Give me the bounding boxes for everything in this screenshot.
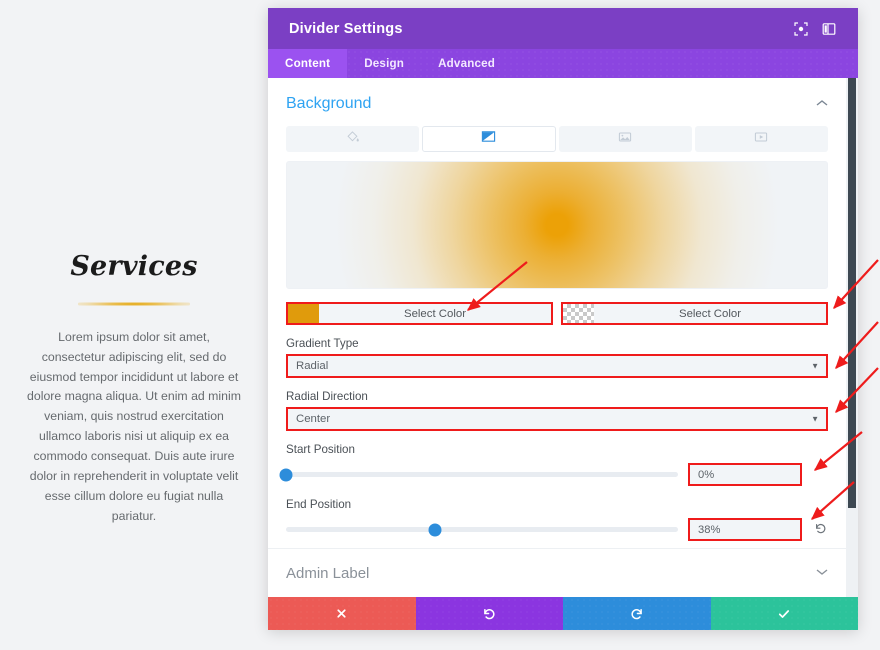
modal-title: Divider Settings <box>289 20 403 37</box>
start-position-input[interactable]: 0% <box>688 463 802 486</box>
gradient-type-row: Gradient Type Radial ▼ <box>286 337 828 378</box>
modal-footer <box>268 597 858 630</box>
gradient-preview <box>286 161 828 289</box>
gradient-start-color[interactable]: Select Color <box>286 302 553 325</box>
gradient-icon <box>481 129 496 149</box>
start-position-row: Start Position 0% <box>279 443 828 486</box>
radial-direction-select[interactable]: Center ▼ <box>286 407 828 431</box>
chevron-down-icon: ▼ <box>811 414 819 424</box>
modal-header: Divider Settings <box>268 8 858 49</box>
color-swatch-end <box>563 304 594 323</box>
chevron-down-icon: ▼ <box>811 361 819 371</box>
end-position-row: End Position 38% <box>286 498 828 541</box>
panel-layout-icon[interactable] <box>816 16 842 42</box>
tab-advanced[interactable]: Advanced <box>421 49 512 78</box>
color-swatch-start <box>288 304 319 323</box>
save-button[interactable] <box>710 597 858 630</box>
end-position-label: End Position <box>286 498 352 511</box>
background-type-tabs <box>286 126 828 152</box>
start-position-label: Start Position <box>286 443 355 456</box>
radial-direction-value: Center <box>296 413 331 425</box>
services-module: Services Lorem ipsum dolor sit amet, con… <box>0 252 268 527</box>
gradient-type-label: Gradient Type <box>286 337 359 350</box>
radial-direction-row: Radial Direction Center ▼ <box>286 390 828 431</box>
select-color-label-start: Select Color <box>403 307 467 320</box>
gradient-color-row: Select Color Select Color <box>286 302 828 325</box>
redo-button[interactable] <box>563 597 711 630</box>
cancel-button[interactable] <box>268 597 416 630</box>
divider-module[interactable] <box>78 301 190 306</box>
tab-content[interactable]: Content <box>268 49 348 78</box>
start-position-thumb[interactable] <box>279 468 293 481</box>
image-icon <box>618 130 632 149</box>
admin-label-title: Admin Label <box>286 564 370 582</box>
modal-scrollbar-track[interactable] <box>846 78 858 597</box>
end-position-thumb[interactable] <box>428 523 442 536</box>
modal-tab-strip: Content Design Advanced <box>268 49 858 78</box>
page-title: Services <box>70 251 198 282</box>
video-icon <box>754 130 768 149</box>
settings-scroll-area: Background Select Color Select Color Gra… <box>268 78 846 597</box>
background-video-tab[interactable] <box>694 126 828 152</box>
modal-scrollbar-thumb[interactable] <box>848 78 856 508</box>
background-color-tab[interactable] <box>286 126 420 152</box>
background-section-title: Background <box>286 95 372 112</box>
services-paragraph: Lorem ipsum dolor sit amet, consectetur … <box>27 329 241 523</box>
start-position-slider[interactable] <box>279 468 678 481</box>
gradient-type-select[interactable]: Radial ▼ <box>286 354 828 378</box>
start-position-control: 0% <box>279 463 828 486</box>
end-position-input[interactable]: 38% <box>688 518 802 541</box>
undo-button[interactable] <box>415 597 563 630</box>
background-image-tab[interactable] <box>558 126 692 152</box>
tab-design[interactable]: Design <box>347 49 421 78</box>
gradient-type-value: Radial <box>296 360 329 372</box>
chevron-up-icon[interactable] <box>816 99 828 110</box>
background-section-header[interactable]: Background <box>286 78 828 122</box>
end-position-control: 38% <box>286 518 828 541</box>
focus-icon[interactable] <box>788 16 814 42</box>
radial-direction-label: Radial Direction <box>286 390 368 403</box>
admin-label-section[interactable]: Admin Label <box>268 548 858 597</box>
end-position-slider[interactable] <box>286 523 678 536</box>
paint-bucket-icon <box>346 130 360 149</box>
divider-settings-modal: Divider Settings Content Design Advanced… <box>268 8 858 630</box>
reset-icon[interactable] <box>812 522 828 537</box>
chevron-down-icon[interactable] <box>816 568 828 579</box>
background-gradient-tab[interactable] <box>422 126 556 152</box>
modal-body: Background Select Color Select Color Gra… <box>268 78 858 597</box>
select-color-label-end: Select Color <box>678 307 742 320</box>
gradient-end-color[interactable]: Select Color <box>561 302 828 325</box>
